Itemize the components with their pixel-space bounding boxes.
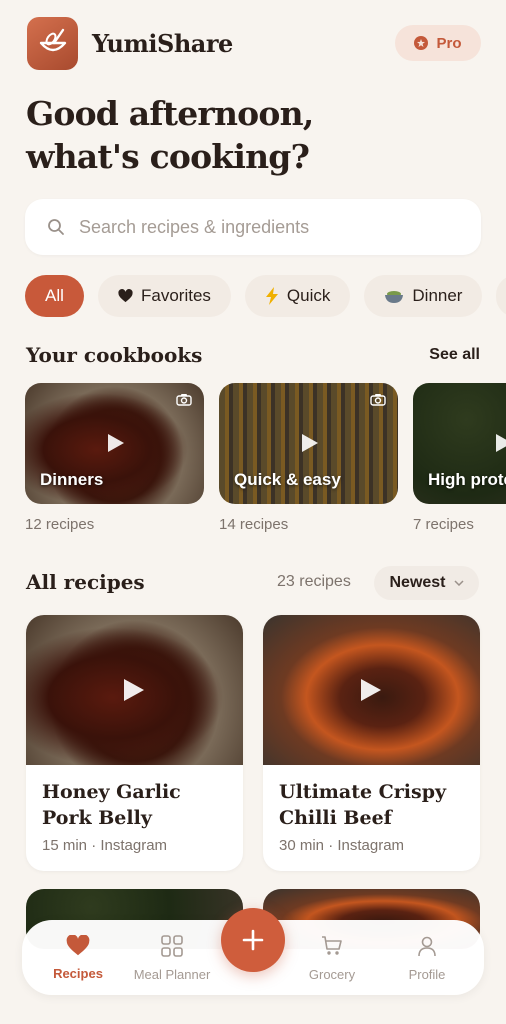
nav-label: Meal Planner <box>133 967 211 982</box>
plus-icon <box>242 929 264 951</box>
play-icon <box>108 434 124 452</box>
recipe-image <box>26 615 243 765</box>
chip-all[interactable]: All <box>25 275 84 317</box>
whisk-bowl-icon <box>39 28 66 52</box>
cookbooks-carousel: Dinners 12 recipes Quick & easy 14 recip… <box>25 383 506 543</box>
heart-icon <box>118 289 133 303</box>
heart-icon <box>66 935 90 956</box>
app-name: YumiShare <box>92 28 233 58</box>
play-icon <box>361 679 381 701</box>
camera-icon <box>370 394 386 406</box>
add-recipe-button[interactable] <box>221 908 285 972</box>
nav-label: Profile <box>408 967 446 982</box>
recipe-card-ultimate-crispy-chilli-beef[interactable]: Ultimate Crispy Chilli Beef 30 min · Ins… <box>263 615 480 871</box>
chip-quick[interactable]: Quick <box>244 275 351 317</box>
recipe-title: Honey Garlic Pork Belly <box>42 781 181 829</box>
cookbook-name: Dinners <box>40 470 104 489</box>
recipes-count: 23 recipes <box>277 573 351 590</box>
filter-chips: All Favorites Quick Dinner <box>25 275 506 317</box>
sort-dropdown[interactable]: Newest <box>374 566 479 600</box>
pro-label: Pro <box>436 34 462 52</box>
play-icon <box>302 434 318 452</box>
cookbook-card-high-protein[interactable]: High protein 7 recipes <box>413 383 506 533</box>
recipe-meta: 15 min · Instagram <box>42 837 168 854</box>
cookbook-count: 12 recipes <box>25 516 95 533</box>
cookbook-count: 7 recipes <box>413 516 474 533</box>
star-icon <box>414 36 429 50</box>
play-icon <box>496 434 506 452</box>
nav-meal-planner[interactable]: Meal Planner <box>127 935 217 982</box>
cookbook-name: Quick & easy <box>234 470 341 489</box>
play-icon <box>124 679 144 701</box>
cart-icon <box>322 936 342 955</box>
all-recipes-title: All recipes <box>26 570 145 594</box>
cookbook-card-dinners[interactable]: Dinners 12 recipes <box>25 383 204 533</box>
cookbooks-title: Your cookbooks <box>26 343 203 367</box>
cookbook-name: High protein <box>428 470 506 489</box>
see-all-link[interactable]: See all <box>429 346 480 364</box>
chevron-down-icon <box>453 580 464 586</box>
lightning-icon <box>265 287 278 305</box>
greeting-heading: Good afternoon, what's cooking? <box>26 92 466 178</box>
chip-favorites[interactable]: Favorites <box>98 275 231 317</box>
recipe-title: Ultimate Crispy Chilli Beef <box>279 781 447 829</box>
chip-label: Dinner <box>412 286 463 305</box>
camera-icon <box>176 394 192 406</box>
chip-dinner[interactable]: Dinner <box>364 275 483 317</box>
cookbook-image: Quick & easy <box>219 383 398 504</box>
search-icon <box>48 219 64 235</box>
chip-label: Favorites <box>141 286 211 305</box>
cookbook-image: Dinners <box>25 383 204 504</box>
pro-button[interactable]: Pro <box>395 25 481 61</box>
search-input[interactable] <box>79 216 459 238</box>
nav-grocery[interactable]: Grocery <box>287 935 377 982</box>
nav-profile[interactable]: Profile <box>382 935 472 982</box>
app-logo <box>27 16 78 70</box>
nav-label: Recipes <box>53 966 103 981</box>
chip-label: All <box>45 286 64 305</box>
recipe-image <box>263 615 480 765</box>
chip-more[interactable] <box>496 275 506 317</box>
app-header: YumiShare Pro <box>27 16 481 70</box>
greeting-line-1: Good afternoon, <box>26 94 314 133</box>
cookbook-image: High protein <box>413 383 506 504</box>
search-bar[interactable] <box>25 199 481 255</box>
recipe-card-honey-garlic-pork-belly[interactable]: Honey Garlic Pork Belly 15 min · Instagr… <box>26 615 243 871</box>
nav-label: Grocery <box>308 967 356 982</box>
cookbook-count: 14 recipes <box>219 516 289 533</box>
bowl-icon <box>385 291 404 303</box>
grid-icon <box>161 935 183 957</box>
cookbook-card-quick-easy[interactable]: Quick & easy 14 recipes <box>219 383 398 533</box>
sort-label: Newest <box>389 574 446 591</box>
chip-label: Quick <box>286 286 331 305</box>
nav-recipes[interactable]: Recipes <box>33 935 123 981</box>
recipe-meta: 30 min · Instagram <box>279 837 405 854</box>
person-icon <box>418 936 436 957</box>
greeting-line-2: what's cooking? <box>26 137 310 176</box>
